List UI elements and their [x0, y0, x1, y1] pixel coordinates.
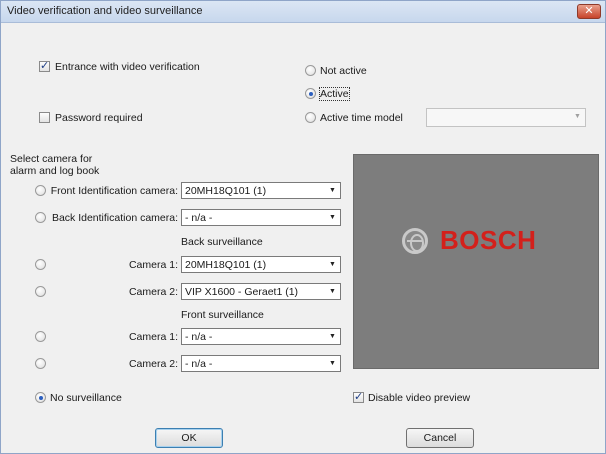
dialog-window: Video verification and video surveillanc…: [0, 0, 606, 454]
back-surveillance-heading: Back surveillance: [181, 236, 263, 248]
bosch-armature-icon: [402, 228, 428, 254]
time-model-dropdown[interactable]: ▼: [426, 108, 586, 127]
front-camera-2-label: Camera 2:: [128, 358, 178, 370]
no-surveillance-label[interactable]: No surveillance: [50, 392, 122, 404]
front-id-camera-label: Front Identification camera:: [50, 185, 178, 197]
camera-heading-line2: alarm and log book: [10, 165, 100, 177]
no-surveillance-radio[interactable]: [35, 392, 46, 403]
chevron-down-icon: ▼: [329, 360, 336, 367]
disable-video-preview-label[interactable]: Disable video preview: [368, 392, 470, 404]
disable-video-preview-checkbox[interactable]: [353, 390, 364, 403]
back-id-camera-dropdown[interactable]: - n/a - ▼: [181, 209, 341, 226]
back-camera-1-label: Camera 1:: [128, 259, 178, 271]
back-camera-2-radio[interactable]: [35, 286, 46, 297]
back-id-camera-value: - n/a -: [185, 212, 213, 224]
back-id-camera-radio[interactable]: [35, 212, 46, 223]
front-camera-1-label: Camera 1:: [128, 331, 178, 343]
password-required-checkbox[interactable]: [39, 112, 50, 123]
chevron-down-icon: ▼: [329, 187, 336, 194]
chevron-down-icon: ▼: [329, 261, 336, 268]
not-active-label[interactable]: Not active: [320, 65, 367, 77]
front-camera-2-value: - n/a -: [185, 358, 213, 370]
chevron-down-icon: ▼: [574, 113, 581, 120]
entrance-verification-label[interactable]: Entrance with video verification: [55, 61, 200, 73]
active-label[interactable]: Active: [319, 87, 350, 101]
front-id-camera-value: 20MH18Q101 (1): [185, 185, 267, 197]
chevron-down-icon: ▼: [329, 333, 336, 340]
front-surveillance-heading: Front surveillance: [181, 309, 264, 321]
password-required-label[interactable]: Password required: [55, 112, 143, 124]
back-camera-2-dropdown[interactable]: VIP X1600 - Geraet1 (1) ▼: [181, 283, 341, 300]
back-camera-2-value: VIP X1600 - Geraet1 (1): [185, 286, 299, 298]
ok-button[interactable]: OK: [155, 428, 223, 448]
bosch-logo-text: BOSCH: [440, 225, 537, 255]
front-camera-2-radio[interactable]: [35, 358, 46, 369]
title-bar[interactable]: Video verification and video surveillanc…: [1, 1, 605, 23]
not-active-radio[interactable]: [305, 65, 316, 76]
cancel-button[interactable]: Cancel: [406, 428, 474, 448]
camera-heading-line1: Select camera for: [10, 153, 93, 165]
video-preview-pane: BOSCH: [353, 154, 599, 369]
dialog-content: Entrance with video verification Passwor…: [2, 24, 604, 452]
back-camera-1-value: 20MH18Q101 (1): [185, 259, 267, 271]
back-camera-1-dropdown[interactable]: 20MH18Q101 (1) ▼: [181, 256, 341, 273]
window-title: Video verification and video surveillanc…: [7, 5, 203, 17]
front-id-camera-dropdown[interactable]: 20MH18Q101 (1) ▼: [181, 182, 341, 199]
close-button[interactable]: ✕: [577, 4, 601, 19]
front-camera-1-value: - n/a -: [185, 331, 213, 343]
back-camera-2-label: Camera 2:: [128, 286, 178, 298]
front-camera-1-dropdown[interactable]: - n/a - ▼: [181, 328, 341, 345]
back-id-camera-label: Back Identification camera:: [51, 212, 178, 224]
bosch-logo: BOSCH: [402, 225, 552, 257]
front-id-camera-radio[interactable]: [35, 185, 46, 196]
entrance-verification-checkbox[interactable]: [39, 59, 50, 72]
chevron-down-icon: ▼: [329, 288, 336, 295]
active-radio[interactable]: [305, 88, 316, 99]
chevron-down-icon: ▼: [329, 214, 336, 221]
active-time-model-radio[interactable]: [305, 112, 316, 123]
back-camera-1-radio[interactable]: [35, 259, 46, 270]
front-camera-1-radio[interactable]: [35, 331, 46, 342]
front-camera-2-dropdown[interactable]: - n/a - ▼: [181, 355, 341, 372]
active-time-model-label[interactable]: Active time model: [320, 112, 403, 124]
